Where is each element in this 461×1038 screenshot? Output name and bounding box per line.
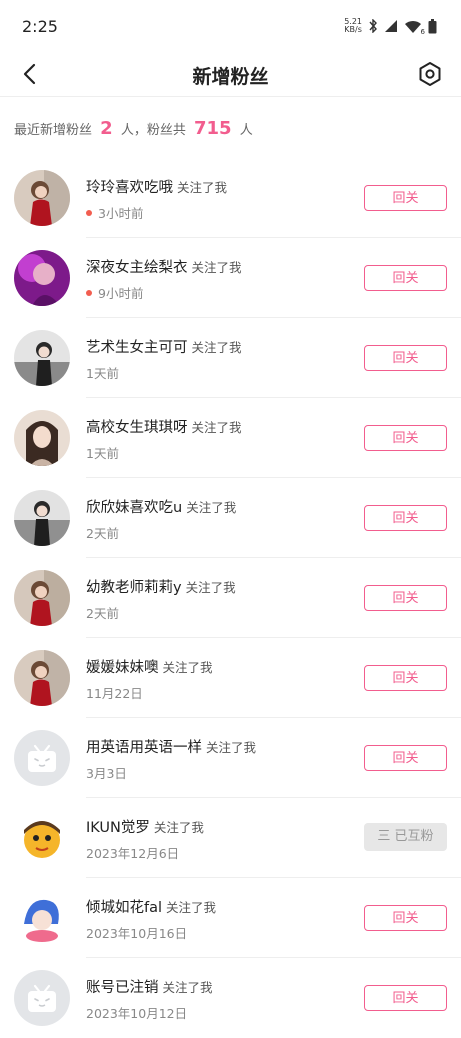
fan-row[interactable]: 艺术生女主可可 关注了我 1天前 回关 xyxy=(0,318,461,398)
follow-text: 关注了我 xyxy=(191,420,242,435)
settings-button[interactable] xyxy=(413,57,447,91)
avatar[interactable] xyxy=(14,170,70,226)
follow-text: 关注了我 xyxy=(162,660,213,675)
fan-name[interactable]: 账号已注销 xyxy=(86,980,159,996)
header: 新增粉丝 xyxy=(0,52,461,97)
new-fans-count: 2 xyxy=(100,118,113,139)
avatar[interactable] xyxy=(14,330,70,386)
follow-back-button[interactable]: 回关 xyxy=(364,345,447,371)
avatar[interactable] xyxy=(14,250,70,306)
signal-icon xyxy=(385,20,397,32)
follow-text: 关注了我 xyxy=(153,820,204,835)
fan-row[interactable]: 高校女生琪琪呀 关注了我 1天前 回关 xyxy=(0,398,461,478)
fan-name[interactable]: 高校女生琪琪呀 xyxy=(86,420,188,436)
follow-text: 关注了我 xyxy=(177,180,228,195)
follow-back-button[interactable]: 回关 xyxy=(364,585,447,611)
fan-name[interactable]: 深夜女主绘梨衣 xyxy=(86,260,188,276)
default-avatar-tv-icon xyxy=(14,730,70,786)
follow-back-button[interactable]: 回关 xyxy=(364,505,447,531)
follow-text: 关注了我 xyxy=(186,500,237,515)
net-speed: 5.21 KB/s xyxy=(344,18,362,34)
fan-name[interactable]: IKUN觉罗 xyxy=(86,820,150,836)
follow-time: 11月22日 xyxy=(86,686,143,701)
status-bar: 2:25 5.21 KB/s 6 xyxy=(0,0,461,52)
fan-row[interactable]: 幼教老师莉莉y 关注了我 2天前 回关 xyxy=(0,558,461,638)
follow-back-button[interactable]: 回关 xyxy=(364,745,447,771)
follow-time: 2天前 xyxy=(86,526,119,541)
follow-text: 关注了我 xyxy=(206,740,257,755)
follow-text: 关注了我 xyxy=(166,900,217,915)
page-title: 新增粉丝 xyxy=(192,66,269,88)
fan-row[interactable]: 深夜女主绘梨衣 关注了我 9小时前 回关 xyxy=(0,238,461,318)
fan-row[interactable]: 账号已注销 关注了我 2023年10月12日 回关 xyxy=(0,958,461,1038)
follow-time: 2023年12月6日 xyxy=(86,846,180,861)
new-dot-icon xyxy=(86,289,92,296)
follow-time: 9小时前 xyxy=(98,286,144,301)
fan-name[interactable]: 倾城如花fal xyxy=(86,900,162,916)
fan-row[interactable]: IKUN觉罗 关注了我 2023年12月6日 三 已互粉 xyxy=(0,798,461,878)
follow-time: 1天前 xyxy=(86,446,119,461)
follow-time: 2天前 xyxy=(86,606,119,621)
follow-time: 1天前 xyxy=(86,366,119,381)
follow-time: 3小时前 xyxy=(98,206,144,221)
bluetooth-icon xyxy=(369,19,377,33)
follow-text: 关注了我 xyxy=(162,980,213,995)
fan-row[interactable]: 玲玲喜欢吃哦 关注了我 3小时前 回关 xyxy=(0,158,461,238)
default-avatar-tv-icon xyxy=(14,970,70,1026)
avatar[interactable] xyxy=(14,890,70,946)
new-dot-icon xyxy=(86,209,92,216)
avatar[interactable] xyxy=(14,810,70,866)
fan-row[interactable]: 媛媛妹妹噢 关注了我 11月22日 回关 xyxy=(0,638,461,718)
status-icons: 5.21 KB/s 6 xyxy=(344,18,437,36)
summary-prefix: 最近新增粉丝 xyxy=(14,123,93,138)
net-speed-unit: KB/s xyxy=(344,25,362,34)
fan-row[interactable]: 倾城如花fal 关注了我 2023年10月16日 回关 xyxy=(0,878,461,958)
fan-row[interactable]: 欣欣妹喜欢吃u 关注了我 2天前 回关 xyxy=(0,478,461,558)
follow-back-button[interactable]: 回关 xyxy=(364,185,447,211)
follow-time: 3月3日 xyxy=(86,766,127,781)
wifi-badge: 6 xyxy=(420,28,425,36)
mutual-follow-button[interactable]: 三 已互粉 xyxy=(364,823,447,851)
battery-icon xyxy=(428,18,437,33)
fan-name[interactable]: 媛媛妹妹噢 xyxy=(86,660,159,676)
follow-text: 关注了我 xyxy=(185,580,236,595)
follow-back-button[interactable]: 回关 xyxy=(364,665,447,691)
wifi-icon: 6 xyxy=(404,19,425,36)
total-fans-count: 715 xyxy=(193,118,232,139)
avatar[interactable] xyxy=(14,490,70,546)
fan-name[interactable]: 玲玲喜欢吃哦 xyxy=(86,180,173,196)
avatar[interactable] xyxy=(14,410,70,466)
follow-time: 2023年10月16日 xyxy=(86,926,188,941)
avatar[interactable] xyxy=(14,970,70,1026)
follow-time: 2023年10月12日 xyxy=(86,1006,188,1021)
fan-row[interactable]: 用英语用英语一样 关注了我 3月3日 回关 xyxy=(0,718,461,798)
follow-text: 关注了我 xyxy=(191,340,242,355)
settings-hexagon-icon xyxy=(419,62,441,86)
status-time: 2:25 xyxy=(22,17,58,36)
summary-mid: 人，粉丝共 xyxy=(120,123,186,138)
fan-name[interactable]: 用英语用英语一样 xyxy=(86,740,202,756)
follow-back-button[interactable]: 回关 xyxy=(364,985,447,1011)
avatar[interactable] xyxy=(14,650,70,706)
follow-back-button[interactable]: 回关 xyxy=(364,425,447,451)
follow-back-button[interactable]: 回关 xyxy=(364,265,447,291)
fan-name[interactable]: 欣欣妹喜欢吃u xyxy=(86,500,182,516)
fans-summary: 最近新增粉丝 2 人，粉丝共 715 人 xyxy=(14,118,253,139)
avatar[interactable] xyxy=(14,570,70,626)
fan-name[interactable]: 艺术生女主可可 xyxy=(86,340,188,356)
avatar[interactable] xyxy=(14,730,70,786)
fans-list: 玲玲喜欢吃哦 关注了我 3小时前 回关 深夜女主绘梨衣 关注了我 9小时前 回关 艺… xyxy=(0,158,461,1038)
summary-suffix: 人 xyxy=(239,123,253,138)
fan-name[interactable]: 幼教老师莉莉y xyxy=(86,580,182,596)
follow-back-button[interactable]: 回关 xyxy=(364,905,447,931)
follow-text: 关注了我 xyxy=(191,260,242,275)
